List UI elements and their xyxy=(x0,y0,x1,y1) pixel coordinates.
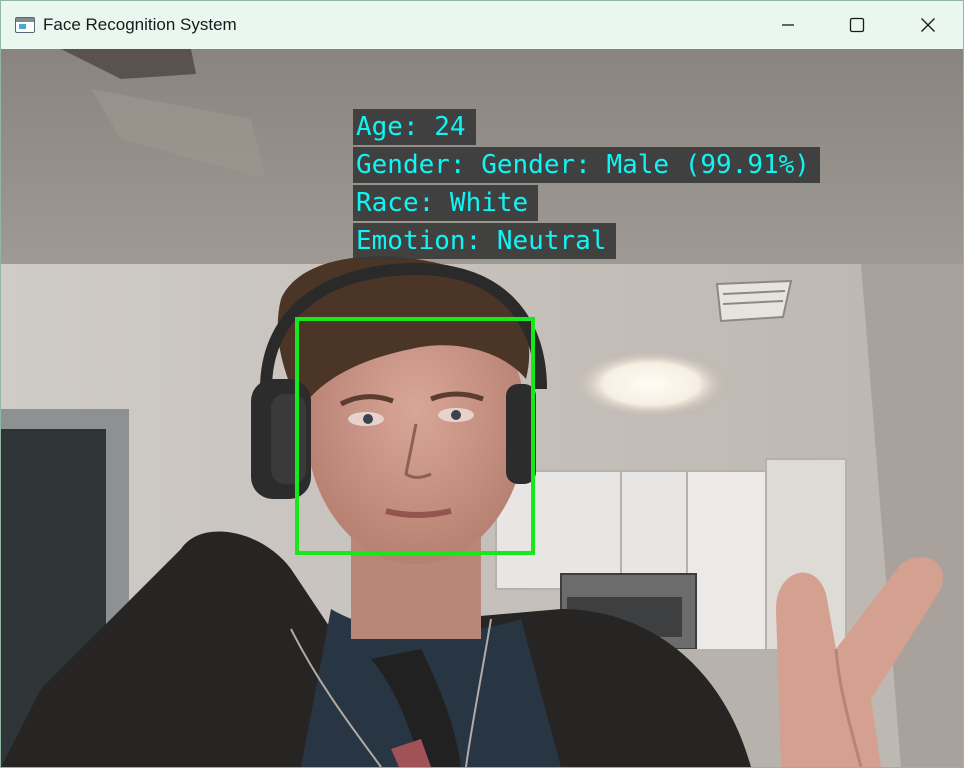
camera-feed: Age: 24 Gender: Gender: Male (99.91%) Ra… xyxy=(1,49,963,767)
gender-label: Gender: Gender: Male (99.91%) xyxy=(353,147,820,183)
minimize-button[interactable] xyxy=(753,1,823,49)
maximize-icon xyxy=(849,17,865,33)
minimize-icon xyxy=(782,24,794,26)
face-detection-box xyxy=(295,317,535,555)
app-window-icon xyxy=(15,17,35,33)
age-label: Age: 24 xyxy=(353,109,476,145)
close-button[interactable] xyxy=(893,1,963,49)
maximize-button[interactable] xyxy=(822,1,892,49)
title-bar[interactable]: Face Recognition System xyxy=(1,1,963,49)
app-window: Face Recognition System Age: 24 Gender: … xyxy=(0,0,964,768)
race-label: Race: White xyxy=(353,185,539,221)
window-title: Face Recognition System xyxy=(43,15,237,34)
close-icon xyxy=(921,18,935,32)
emotion-label: Emotion: Neutral xyxy=(353,223,617,259)
